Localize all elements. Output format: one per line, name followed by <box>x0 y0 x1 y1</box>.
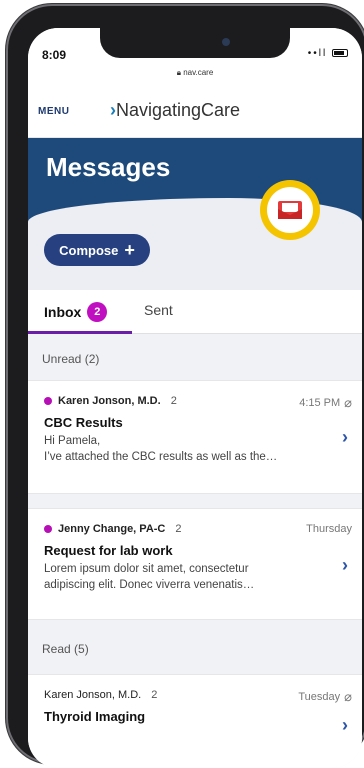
preview-line-1: Hi Pamela, <box>44 435 101 447</box>
url-text: nav.care <box>183 68 214 77</box>
message-item[interactable]: Jenny Change, PA-C 2 Thursday Request fo… <box>28 508 362 620</box>
brand-logo[interactable]: ›NavigatingCare <box>110 100 240 121</box>
message-time-text: Tuesday <box>298 691 341 703</box>
lock-icon: 🔒︎ <box>176 68 181 77</box>
tab-inbox-label: Inbox <box>44 304 82 320</box>
message-time: Thursday <box>306 523 352 535</box>
phone-frame: 8:09 ••ll 🔒︎ nav.care MENU ›NavigatingCa… <box>6 4 364 768</box>
compose-button[interactable]: Compose + <box>44 234 150 266</box>
mailbox-tabs: Inbox 2 Sent <box>28 290 362 334</box>
message-item[interactable]: Karen Jonson, M.D. 2 Tuesday ⌀ Thyroid I… <box>28 674 362 768</box>
thread-count: 2 <box>151 689 158 701</box>
thread-count: 2 <box>170 395 177 407</box>
paperclip-icon: ⌀ <box>344 395 352 410</box>
sender-name: Karen Jonson, M.D. <box>44 689 142 701</box>
menu-button[interactable]: MENU <box>38 106 69 117</box>
message-time: 4:15 PM ⌀ <box>299 395 352 411</box>
phone-screen: 8:09 ••ll 🔒︎ nav.care MENU ›NavigatingCa… <box>28 28 362 768</box>
system-icons: ••ll <box>308 48 348 59</box>
tab-sent-label: Sent <box>144 302 173 318</box>
message-sender: Jenny Change, PA-C 2 <box>44 523 182 535</box>
status-time: 8:09 <box>42 48 67 62</box>
paperclip-icon: ⌀ <box>344 689 352 704</box>
sender-name: Jenny Change, PA-C <box>58 523 166 535</box>
page-title: Messages <box>46 152 171 182</box>
preview-line-2: I’ve attached the CBC results as well as… <box>44 451 278 463</box>
tab-sent[interactable]: Sent <box>144 302 173 318</box>
message-sender: Karen Jonson, M.D. 2 <box>44 395 177 407</box>
unread-section-label: Unread (2) <box>42 352 100 366</box>
preview-line-2: adipiscing elit. Donec viverra venenatis… <box>44 579 255 591</box>
chevron-right-icon[interactable]: › <box>342 555 348 576</box>
compose-area: Compose + <box>28 228 362 290</box>
brand-logo-text: NavigatingCare <box>116 100 241 120</box>
unread-dot-icon <box>44 397 52 405</box>
message-subject: Thyroid Imaging <box>44 709 146 724</box>
message-subject: Request for lab work <box>44 543 173 558</box>
message-preview: Hi Pamela, I’ve attached the CBC results… <box>44 433 324 465</box>
battery-icon <box>332 49 348 57</box>
envelope-icon <box>278 201 302 219</box>
message-time: Tuesday ⌀ <box>298 689 352 705</box>
camera-icon <box>222 38 230 46</box>
tab-inbox[interactable]: Inbox 2 <box>44 302 108 322</box>
messages-badge <box>260 180 320 240</box>
unread-dot-icon <box>44 525 52 533</box>
preview-line-1: Lorem ipsum dolor sit amet, consectetur <box>44 563 249 575</box>
message-time-text: Thursday <box>306 523 352 535</box>
url-bar[interactable]: 🔒︎ nav.care <box>28 68 362 86</box>
sender-name: Karen Jonson, M.D. <box>58 395 161 407</box>
plus-icon: + <box>124 240 135 260</box>
active-tab-indicator <box>28 331 132 334</box>
message-preview: Lorem ipsum dolor sit amet, consectetur … <box>44 561 324 593</box>
app-header: MENU ›NavigatingCare <box>28 86 362 138</box>
read-section-label: Read (5) <box>42 642 89 656</box>
phone-notch <box>100 28 290 58</box>
badge-inner <box>267 187 313 233</box>
message-time-text: 4:15 PM <box>299 397 341 409</box>
message-sender: Karen Jonson, M.D. 2 <box>44 689 157 701</box>
thread-count: 2 <box>175 523 182 535</box>
chevron-right-icon[interactable]: › <box>342 427 348 448</box>
signal-icon: ••ll <box>307 48 328 59</box>
inbox-count-badge: 2 <box>87 302 108 322</box>
message-subject: CBC Results <box>44 415 123 430</box>
message-item[interactable]: Karen Jonson, M.D. 2 4:15 PM ⌀ CBC Resul… <box>28 380 362 494</box>
chevron-right-icon[interactable]: › <box>342 715 348 736</box>
compose-label: Compose <box>59 242 119 258</box>
